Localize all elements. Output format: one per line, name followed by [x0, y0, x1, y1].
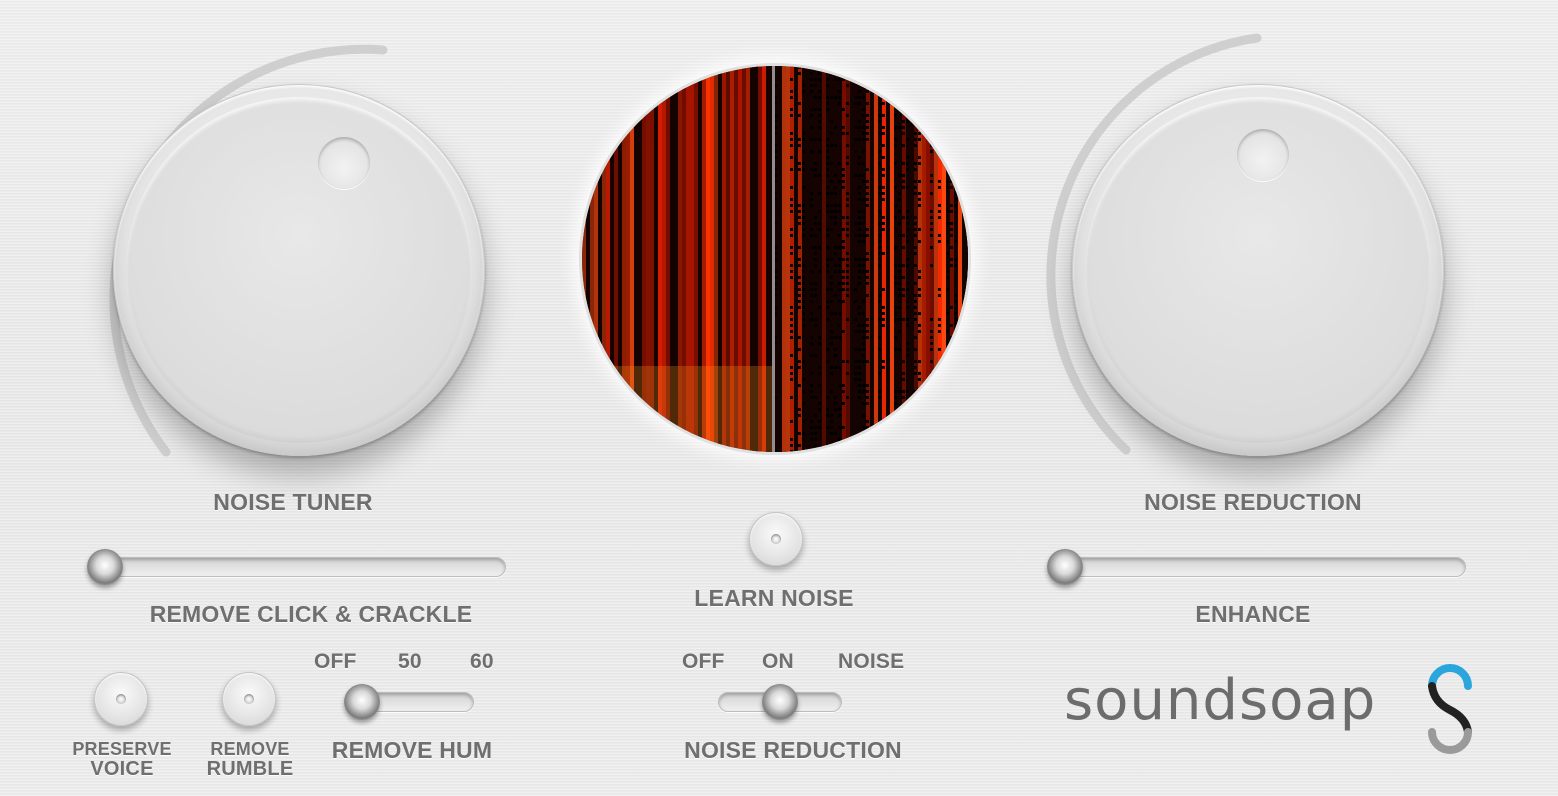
remove-hum-label: REMOVE HUM	[331, 737, 493, 763]
nr-option-noise[interactable]: NOISE	[838, 650, 904, 674]
noise-reduction-indicator-icon	[1237, 129, 1289, 181]
remove-rumble-button[interactable]	[222, 672, 276, 726]
spectrum-display	[582, 66, 968, 452]
click-crackle-slider-thumb[interactable]	[87, 549, 123, 585]
nr-mode-switch-thumb[interactable]	[762, 684, 798, 720]
click-crackle-slider-track[interactable]	[88, 557, 506, 577]
nr-option-on[interactable]: ON	[762, 650, 794, 674]
noise-tuner-label: NOISE TUNER	[213, 489, 373, 515]
noise-tuner-indicator-icon	[318, 137, 370, 189]
hum-option-off[interactable]: OFF	[314, 650, 357, 674]
soundsoap-s-logo-icon	[1428, 664, 1472, 754]
enhance-slider-thumb[interactable]	[1047, 549, 1083, 585]
preserve-voice-button[interactable]	[94, 672, 148, 726]
remove-rumble-label-line2: RUMBLE	[206, 758, 294, 780]
preserve-voice-led-icon	[116, 694, 126, 704]
learn-noise-label: LEARN NOISE	[694, 585, 854, 611]
soundsoap-logo-text: soundsoap	[1064, 668, 1377, 733]
noise-reduction-knob[interactable]	[1072, 84, 1444, 456]
hum-option-60[interactable]: 60	[470, 650, 494, 674]
hum-option-50[interactable]: 50	[398, 650, 422, 674]
remove-rumble-label-line1: REMOVE	[210, 739, 290, 759]
learn-noise-led-icon	[771, 534, 781, 544]
hum-switch-thumb[interactable]	[344, 684, 380, 720]
click-crackle-label: REMOVE CLICK & CRACKLE	[149, 601, 473, 627]
spectrogram	[582, 66, 968, 452]
nr-option-off[interactable]: OFF	[682, 650, 725, 674]
noise-tuner-knob-face	[126, 97, 472, 443]
learn-noise-button[interactable]	[749, 512, 803, 566]
remove-rumble-led-icon	[244, 694, 254, 704]
noise-tuner-knob[interactable]	[113, 84, 485, 456]
enhance-slider-track[interactable]	[1048, 557, 1466, 577]
noise-reduction-label: NOISE REDUCTION	[1144, 489, 1362, 515]
preserve-voice-label-line1: PRESERVE	[72, 739, 172, 759]
nr-mode-label: NOISE REDUCTION	[684, 737, 902, 763]
enhance-label: ENHANCE	[1195, 601, 1311, 627]
preserve-voice-label-line2: VOICE	[90, 758, 154, 780]
